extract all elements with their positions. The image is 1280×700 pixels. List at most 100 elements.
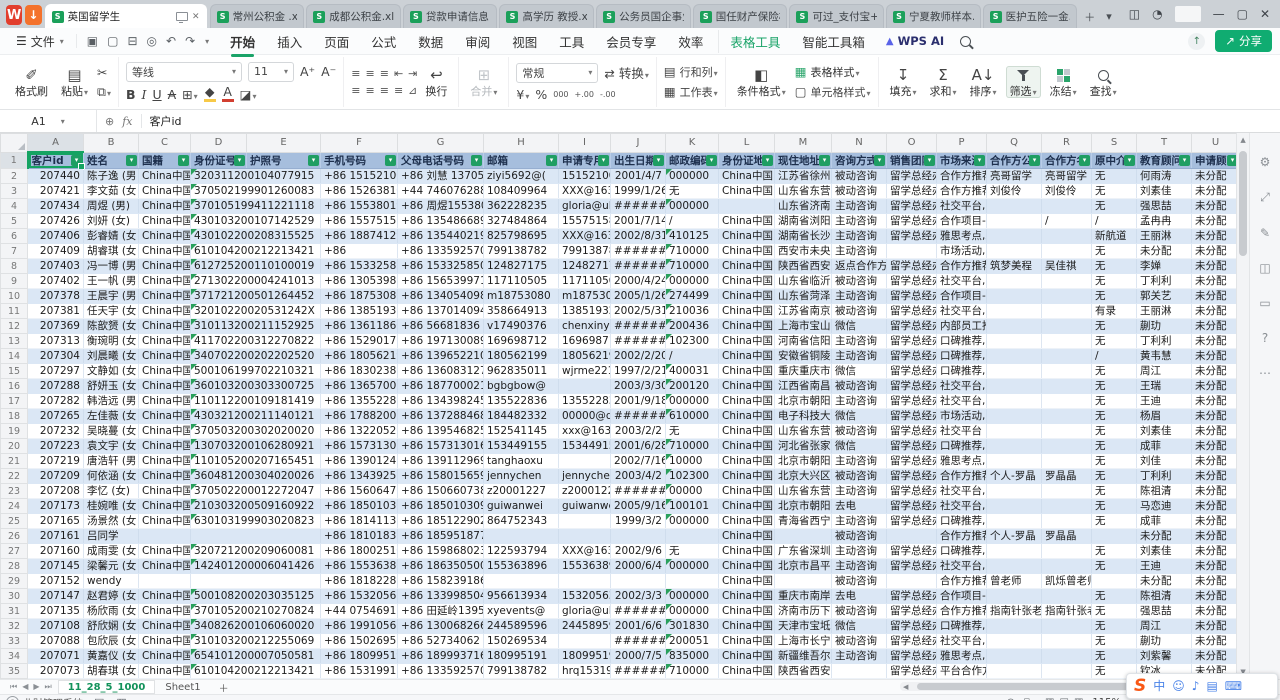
menu-tab[interactable]: 会员专享 [595,30,667,53]
cell[interactable]: 无 [1092,649,1137,664]
emoji-icon[interactable]: ☺ [1172,680,1185,692]
increase-indent-icon[interactable]: ⇥ [408,67,416,80]
cell[interactable]: 无 [1092,514,1137,529]
select-all-corner[interactable] [1,134,28,153]
cell[interactable]: 200051 [666,634,719,649]
cell[interactable]: 207160 [28,544,84,559]
cell[interactable]: 冯一博 (男 [84,259,139,274]
cell[interactable]: 207147 [28,589,84,604]
cell[interactable]: +86 13053983 [321,274,398,289]
find-button[interactable]: 查找▾ [1086,66,1121,98]
cell[interactable]: 210303200509160922 [191,499,321,514]
row-header[interactable]: 16 [1,379,28,394]
header-cell[interactable]: 合作方名▾ [1042,152,1092,169]
cell[interactable]: 未分配 [1192,214,1237,229]
cell[interactable] [1042,514,1092,529]
cell[interactable]: +86 15606475 [321,484,398,499]
cell[interactable]: 2000/7/5 [611,649,666,664]
cell[interactable] [191,574,321,589]
cell[interactable]: 留学总经办 [887,289,937,304]
cell[interactable]: 主动咨询 [832,334,887,349]
cell[interactable]: 被动咨询 [832,634,887,649]
cell[interactable]: +86 15319918 [321,664,398,679]
cell[interactable]: 王丽淋 [1137,229,1192,244]
cell[interactable] [139,529,191,544]
document-tab[interactable]: S常州公积金 .xlsx [210,4,305,28]
cell[interactable]: ######## [611,244,666,259]
cell[interactable]: 未分配 [1192,454,1237,469]
cell[interactable]: +86 15263810 [321,184,398,199]
cell[interactable]: 留学总经办 [887,199,937,214]
cell[interactable]: 口碑推荐, [937,619,987,634]
cell[interactable]: 未分配 [1192,604,1237,619]
cell[interactable]: 150269534 [484,634,559,649]
cell[interactable]: 未分配 [1192,619,1237,634]
cell[interactable]: 未分配 [1192,244,1237,259]
voice-icon[interactable]: ♪ [1192,680,1200,692]
menu-tab[interactable]: 数据 [407,30,454,53]
cell[interactable]: 2000/4/24 [611,274,666,289]
cell[interactable]: 2003/3/30 [611,379,666,394]
cell[interactable]: 王迪 [1137,394,1192,409]
document-tab-active[interactable]: S 英国留学生 ✕ [45,4,207,28]
cell[interactable]: +86 13548668953 [398,214,484,229]
cell[interactable] [1042,544,1092,559]
table-style-button[interactable]: ▦ 表格样式▾ [795,64,871,80]
cell[interactable]: 合作方推荐 [937,259,987,274]
accessibility-icon[interactable]: ⊛ [1006,697,1014,700]
cell[interactable]: +86 18501030 [321,499,398,514]
cell[interactable]: 未分配 [1192,634,1237,649]
cell[interactable]: 刘佳 [1137,454,1192,469]
strikethrough-button[interactable]: A [168,87,177,102]
close-window-button[interactable]: ✕ [1260,7,1270,21]
document-tab[interactable]: S国任财产保险样本.x [693,4,788,28]
orientation-icon[interactable]: ⊿ [408,84,416,97]
header-cell[interactable]: 手机号码▾ [321,152,398,169]
column-header[interactable]: S [1092,134,1137,153]
cell[interactable]: China中国 [719,244,775,259]
cell[interactable]: 留学总经办 [887,619,937,634]
align-middle-icon[interactable]: ≡ [366,67,374,80]
cell[interactable]: 被动咨询 [832,274,887,289]
cell[interactable]: tanghaoxu [484,454,559,469]
cell[interactable]: 207403 [28,259,84,274]
export-icon[interactable]: ▢ [107,34,118,48]
header-cell[interactable]: 邮政编码▾ [666,152,719,169]
cell[interactable]: +86 18874129 [321,229,398,244]
row-header[interactable]: 27 [1,544,28,559]
cell[interactable]: 口碑推荐, [937,349,987,364]
column-header[interactable]: G [398,134,484,153]
cell[interactable] [1042,349,1092,364]
column-header[interactable]: R [1042,134,1092,153]
cell[interactable]: +86 19713008901 [398,334,484,349]
cell[interactable]: 无 [1092,409,1137,424]
cell[interactable]: +86 15538019 [321,199,398,214]
cell[interactable]: m18753080 [484,289,559,304]
cell[interactable] [987,559,1042,574]
new-tab-button[interactable]: ＋ [1080,5,1099,28]
cell[interactable] [987,619,1042,634]
header-cell[interactable]: 咨询方式▾ [832,152,887,169]
fx-icon[interactable]: fx [122,115,132,128]
cell[interactable]: 左佳薇 (女 [84,409,139,424]
menu-tab[interactable]: 工具 [548,30,595,53]
cell[interactable] [987,484,1042,499]
cell[interactable]: 新航道 [1092,229,1137,244]
cell[interactable]: 1999/3/2 [611,514,666,529]
cell[interactable]: 湖南省长沙 [775,229,832,244]
cell[interactable]: 吕同学 [84,529,139,544]
cell[interactable]: China中国 [139,304,191,319]
cell[interactable] [1042,454,1092,469]
cell[interactable]: China中国 [139,169,191,184]
cell[interactable]: +86 13851932 [321,304,398,319]
cell[interactable]: 湖南省浏阳 [775,214,832,229]
cell[interactable]: 无 [1092,274,1137,289]
cell[interactable]: 207209 [28,469,84,484]
row-header[interactable]: 4 [1,199,28,214]
cell[interactable]: 留学总经办 [887,229,937,244]
cell[interactable]: 未分配 [1192,484,1237,499]
cell[interactable]: 135522836 [559,394,611,409]
wps-logo-icon[interactable]: W [6,5,22,25]
cell[interactable]: 汤景然 (女 [84,514,139,529]
edit-tool-icon[interactable]: ✎ [1260,226,1270,240]
